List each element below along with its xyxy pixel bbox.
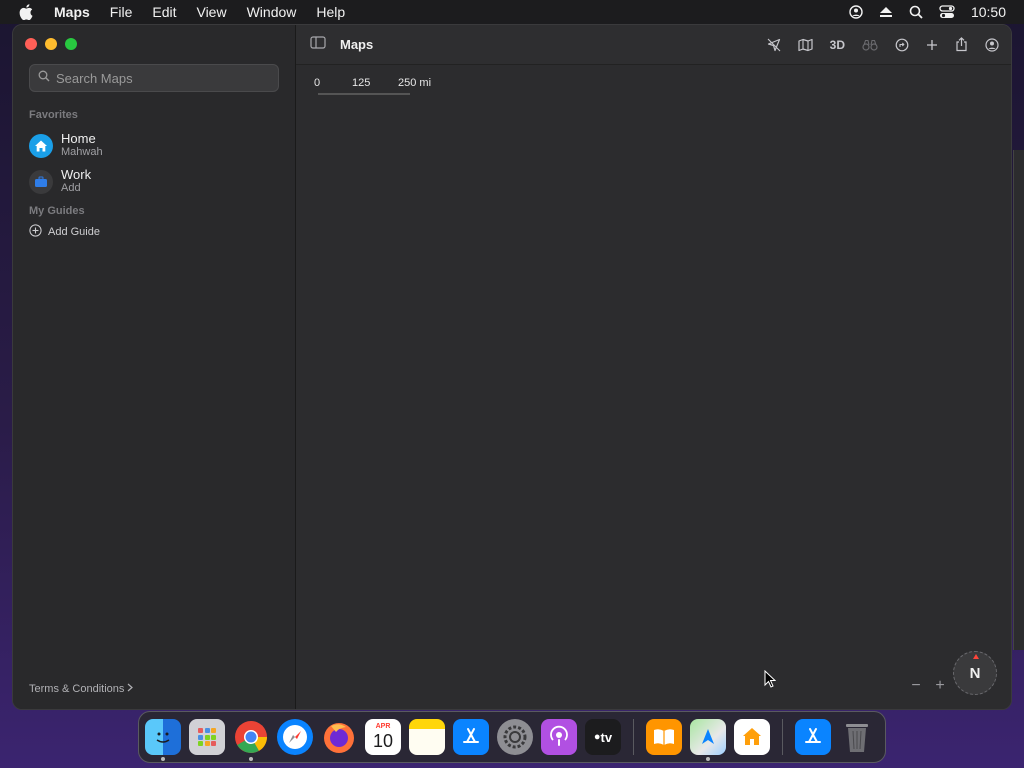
launchpad-icon[interactable] bbox=[189, 719, 225, 755]
menubar-clock[interactable]: 10:50 bbox=[971, 4, 1006, 20]
menu-window[interactable]: Window bbox=[237, 4, 307, 20]
menu-help[interactable]: Help bbox=[306, 4, 355, 20]
tv-icon[interactable]: ● tv bbox=[585, 719, 621, 755]
add-icon[interactable] bbox=[926, 39, 938, 51]
favorite-subtitle: Add bbox=[61, 182, 81, 194]
map-scale: 0 125 250 mi bbox=[314, 77, 454, 95]
search-icon bbox=[38, 69, 50, 87]
window-controls bbox=[25, 38, 77, 50]
map-mode-icon[interactable] bbox=[798, 38, 813, 52]
sidebar: Favorites Home Mahwah Work Add My Guides bbox=[13, 25, 296, 709]
eject-icon[interactable] bbox=[879, 6, 893, 18]
app-menu-maps[interactable]: Maps bbox=[52, 4, 100, 20]
user-account-icon[interactable] bbox=[849, 5, 863, 19]
terms-label: Terms & Conditions bbox=[29, 683, 125, 695]
firefox-icon[interactable] bbox=[321, 719, 357, 755]
finder-icon[interactable] bbox=[145, 719, 181, 761]
podcasts-icon[interactable] bbox=[541, 719, 577, 755]
favorite-title: Home bbox=[61, 131, 96, 146]
dock: APR 10 ● tv bbox=[138, 711, 886, 763]
control-center-icon[interactable] bbox=[939, 5, 955, 19]
home-app-icon[interactable] bbox=[734, 719, 770, 755]
app-store-icon[interactable] bbox=[453, 719, 489, 755]
maps-icon[interactable] bbox=[690, 719, 726, 761]
zoom-out-button[interactable]: − bbox=[907, 677, 925, 695]
settings-icon[interactable] bbox=[497, 719, 533, 755]
add-guide-label: Add Guide bbox=[48, 226, 100, 238]
minimize-window-button[interactable] bbox=[45, 38, 57, 50]
compass-north-marker bbox=[973, 654, 979, 659]
favorites-heading: Favorites bbox=[29, 109, 78, 121]
mouse-pointer-icon bbox=[764, 669, 777, 693]
search-input[interactable] bbox=[56, 70, 266, 86]
calendar-month: APR bbox=[375, 723, 391, 730]
apple-menu-icon[interactable] bbox=[0, 4, 52, 20]
plus-circle-icon bbox=[29, 224, 42, 240]
trash-icon[interactable] bbox=[839, 719, 875, 755]
notes-icon[interactable] bbox=[409, 719, 445, 755]
home-icon bbox=[29, 133, 53, 158]
sidebar-toggle-icon[interactable] bbox=[310, 35, 326, 54]
maps-window: Favorites Home Mahwah Work Add My Guides bbox=[12, 24, 1012, 710]
map-canvas[interactable]: Maps 3D 0 125 250 mi − + N bbox=[296, 25, 1011, 709]
scale-label: 250 mi bbox=[398, 77, 432, 89]
safari-icon[interactable] bbox=[277, 719, 313, 755]
favorite-home[interactable]: Home Mahwah bbox=[29, 132, 103, 159]
terms-link[interactable]: Terms & Conditions bbox=[29, 683, 134, 695]
zoom-in-button[interactable]: + bbox=[931, 677, 949, 695]
menu-edit[interactable]: Edit bbox=[142, 4, 186, 20]
menu-view[interactable]: View bbox=[186, 4, 236, 20]
search-field[interactable] bbox=[29, 64, 279, 92]
apple-logo-icon: ● bbox=[593, 731, 601, 743]
dock-separator bbox=[633, 719, 634, 755]
close-window-button[interactable] bbox=[25, 38, 37, 50]
location-arrow-icon[interactable] bbox=[767, 38, 781, 52]
menu-bar: Maps File Edit View Window Help 10:50 bbox=[0, 0, 1024, 24]
share-icon[interactable] bbox=[955, 37, 968, 52]
dock-separator bbox=[782, 719, 783, 755]
spotlight-search-icon[interactable] bbox=[909, 5, 923, 19]
my-guides-heading: My Guides bbox=[29, 205, 85, 217]
window-title: Maps bbox=[340, 37, 374, 52]
briefcase-icon bbox=[29, 169, 53, 194]
calendar-day: 10 bbox=[372, 731, 394, 751]
running-indicator bbox=[706, 757, 710, 761]
look-around-binoculars-icon[interactable] bbox=[862, 39, 878, 51]
scale-bar bbox=[318, 93, 410, 95]
running-indicator bbox=[161, 757, 165, 761]
3d-button[interactable]: 3D bbox=[830, 38, 845, 52]
running-indicator bbox=[249, 757, 253, 761]
add-guide-button[interactable]: Add Guide bbox=[29, 224, 100, 240]
compass-button[interactable]: N bbox=[953, 651, 997, 695]
directions-icon[interactable] bbox=[895, 38, 909, 52]
chevron-right-icon bbox=[127, 683, 134, 695]
calendar-icon[interactable]: APR 10 bbox=[365, 719, 401, 755]
scale-label: 0 bbox=[314, 77, 321, 89]
fullscreen-window-button[interactable] bbox=[65, 38, 77, 50]
favorite-title: Work bbox=[61, 167, 92, 182]
tv-label: tv bbox=[600, 729, 613, 745]
books-icon[interactable] bbox=[646, 719, 682, 755]
favorite-subtitle: Mahwah bbox=[61, 146, 103, 158]
account-icon[interactable] bbox=[985, 37, 999, 52]
toolbar: Maps 3D bbox=[296, 25, 1011, 65]
app-store-downloads-icon[interactable] bbox=[795, 719, 831, 755]
scale-label: 125 bbox=[352, 77, 371, 89]
menu-file[interactable]: File bbox=[100, 4, 143, 20]
background-window-edge bbox=[1013, 150, 1024, 650]
compass-label: N bbox=[969, 664, 981, 682]
chrome-icon[interactable] bbox=[233, 719, 269, 761]
zoom-controls: − + bbox=[907, 677, 949, 695]
favorite-work[interactable]: Work Add bbox=[29, 168, 91, 195]
